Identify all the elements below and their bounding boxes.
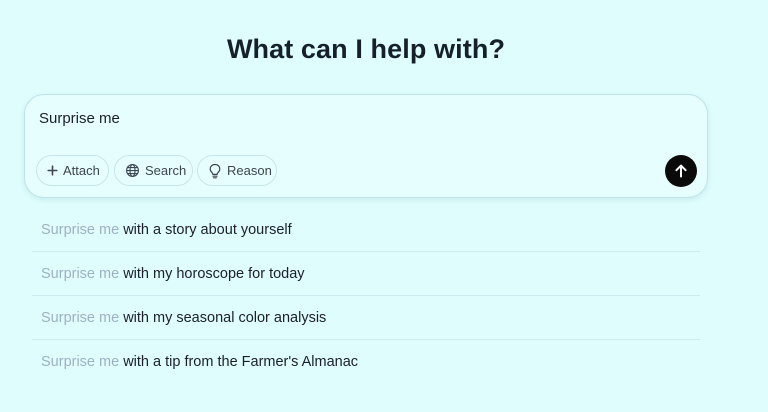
search-button[interactable]: Search — [114, 155, 193, 186]
globe-icon — [125, 163, 140, 178]
attach-label: Attach — [63, 163, 100, 178]
prompt-composer: Attach Search Reason — [24, 94, 708, 198]
search-label: Search — [145, 163, 187, 178]
suggestion-prefix: Surprise me — [41, 354, 120, 370]
arrow-up-icon — [673, 163, 689, 179]
suggestion-item[interactable]: Surprise me with a story about yourself — [32, 208, 700, 252]
attach-button[interactable]: Attach — [36, 155, 109, 186]
send-button[interactable] — [665, 155, 697, 187]
suggestion-item[interactable]: Surprise me with a tip from the Farmer's… — [32, 340, 700, 384]
suggestion-text: with a story about yourself — [119, 221, 292, 238]
suggestion-text: with my seasonal color analysis — [119, 309, 327, 326]
suggestion-item[interactable]: Surprise me with my horoscope for today — [32, 252, 700, 296]
suggestion-item[interactable]: Surprise me with my seasonal color analy… — [32, 296, 700, 340]
suggestion-prefix: Surprise me — [41, 309, 120, 326]
suggestion-text: with a tip from the Farmer's Almanac — [119, 354, 359, 370]
page-title: What can I help with? — [226, 34, 506, 64]
suggestion-list: Surprise me with a story about yourself … — [32, 208, 700, 384]
reason-label: Reason — [227, 163, 272, 178]
prompt-input[interactable] — [39, 107, 639, 129]
suggestion-prefix: Surprise me — [41, 221, 120, 238]
suggestion-prefix: Surprise me — [41, 265, 120, 282]
lightbulb-icon — [208, 163, 222, 179]
reason-button[interactable]: Reason — [197, 155, 277, 186]
suggestion-text: with my horoscope for today — [119, 265, 305, 282]
plus-icon — [47, 165, 58, 176]
